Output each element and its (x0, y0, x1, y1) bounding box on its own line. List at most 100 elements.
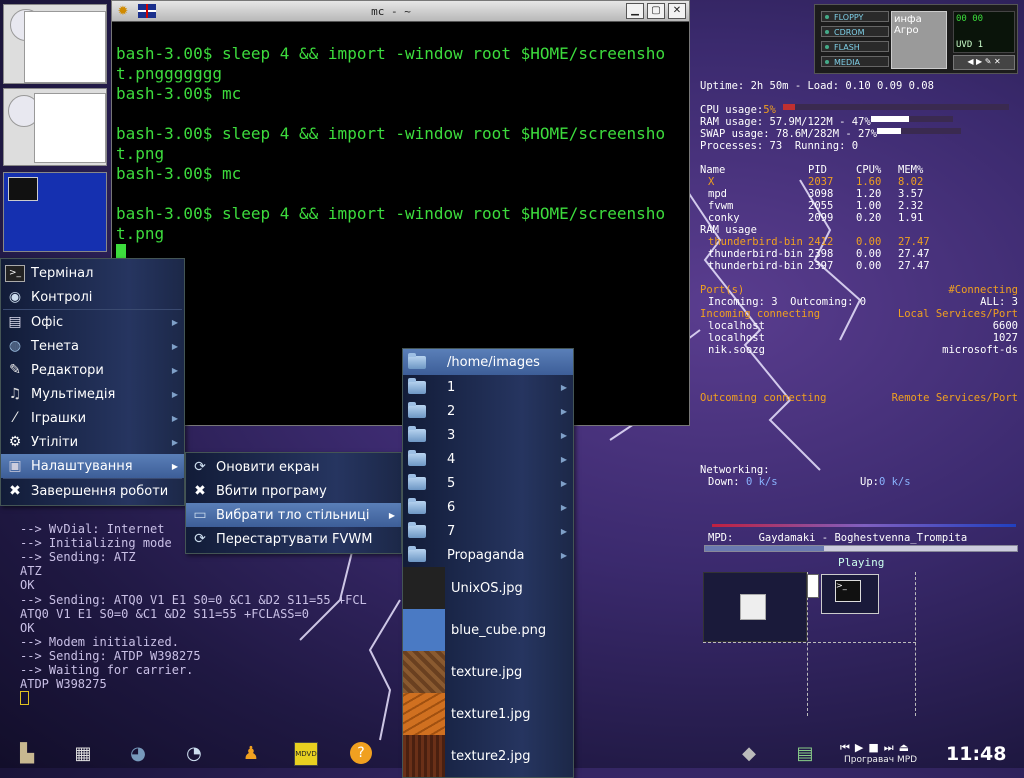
flash-button[interactable]: FLASH (821, 41, 889, 52)
thumb-window (34, 93, 106, 163)
submenu-arrow-icon: ▶ (560, 430, 567, 440)
menu-item-settings[interactable]: ▣ Налаштування ▶ (1, 454, 184, 478)
close-button[interactable]: ✕ (668, 3, 686, 19)
cpu-bar-track (795, 104, 1010, 110)
image-thumbnail (403, 609, 445, 651)
menu-item-folder[interactable]: 7 ▶ (403, 519, 573, 543)
menu-item-label: texture1.jpg (451, 706, 531, 722)
menu-item-folder[interactable]: 3 ▶ (403, 423, 573, 447)
terminal-line: bash-3.00$ mc (116, 164, 242, 183)
menu-item-label: Тенета (31, 338, 79, 354)
menu-item-restart-fvwm[interactable]: ⟳ Перестартувати FVWM (186, 527, 401, 551)
submenu-arrow-icon: ▶ (560, 550, 567, 560)
menu-item-multimedia[interactable]: ♫ Мультімедія ▶ (1, 382, 184, 406)
ram-label: RAM usage: 57.9M/122M - 47% (700, 116, 871, 128)
mpd-controls[interactable]: ⏮▶■⏭⏏ (840, 741, 914, 755)
terminal-output[interactable]: bash-3.00$ sleep 4 && import -window roo… (112, 22, 689, 306)
menu-item-image[interactable]: blue_cube.png (403, 609, 573, 651)
menu-item-folder[interactable]: 1 ▶ (403, 375, 573, 399)
cdrom-button[interactable]: CDROM (821, 26, 889, 37)
processes-line: Processes: 73 Running: 0 (700, 140, 859, 152)
menu-item-editors[interactable]: ✎ Редактори ▶ (1, 358, 184, 382)
menu-item-refresh-screen[interactable]: ⟳ Оновити екран (186, 455, 401, 479)
menu-item-image[interactable]: texture1.jpg (403, 693, 573, 735)
settings-submenu[interactable]: ⟳ Оновити екран ✖ Вбити програму ▭ Вибрати … (185, 452, 402, 554)
menu-item-label: Вбити програму (216, 483, 327, 499)
folder-icon (407, 521, 427, 541)
console-line: ATQ0 V1 E1 S0=0 &C1 &D2 S11=55 +FCLASS=0 (20, 606, 309, 621)
menu-item-choose-wallpaper[interactable]: ▭ Вибрати тло стільниці ▶ (186, 503, 401, 527)
kill-icon: ✖ (194, 483, 206, 499)
image-thumbnail (403, 735, 445, 777)
terminal-icon: >_ (5, 264, 25, 282)
menu-item-folder[interactable]: 5 ▶ (403, 471, 573, 495)
network-monitor-icon[interactable]: ▤ (794, 742, 816, 764)
clock-widget[interactable]: 00 00 UVD 1 (953, 11, 1015, 53)
mini-pager-scroll[interactable] (807, 574, 819, 598)
gear-icon: ⚙ (8, 434, 22, 450)
floppy-button[interactable]: FLOPPY (821, 11, 889, 22)
dock-controls[interactable]: ◀ ▶ ✎ ✕ (953, 55, 1015, 70)
pager-desktop-1[interactable] (3, 4, 107, 84)
menu-item-shutdown[interactable]: ✖ Завершення роботи (1, 479, 184, 503)
calendar-icon[interactable]: ▦ (72, 742, 94, 764)
note-text: инфа Агро (894, 14, 922, 36)
menu-item-image[interactable]: texture2.jpg (403, 735, 573, 777)
submenu-arrow-icon: ▶ (171, 461, 178, 471)
pager-desktop-2[interactable] (3, 88, 107, 166)
mini-pager[interactable]: >_ (703, 572, 916, 716)
menu-item-folder[interactable]: Propaganda ▶ (403, 543, 573, 567)
connection-row: nik.soozg microsoft-ds (708, 344, 1018, 356)
minimize-button[interactable]: ▁ (626, 3, 644, 19)
menu-item-label: 1 (447, 379, 456, 395)
pager-desktop-3[interactable] (3, 172, 107, 252)
terminal-titlebar[interactable]: ✹ mc - ~ ▁ ▢ ✕ (112, 1, 689, 22)
help-icon[interactable]: ? (350, 742, 372, 764)
menu-item-terminal[interactable]: >_ Термінал (1, 261, 184, 285)
proc-row: X 2037 1.60 8.02 (708, 176, 924, 188)
menu-item-folder[interactable]: 4 ▶ (403, 447, 573, 471)
menu-item-kill-program[interactable]: ✖ Вбити програму (186, 479, 401, 503)
menu-item-image[interactable]: UnixOS.jpg (403, 567, 573, 609)
menu-item-image[interactable]: texture.jpg (403, 651, 573, 693)
maximize-button[interactable]: ▢ (647, 3, 665, 19)
menu-item-folder[interactable]: 2 ▶ (403, 399, 573, 423)
mplayer-icon[interactable]: MDVD (294, 742, 318, 766)
mpd-progress[interactable] (704, 545, 1018, 552)
disk-icon[interactable]: ◆ (738, 742, 760, 764)
mail-icon[interactable]: ◔ (183, 742, 205, 764)
submenu-arrow-icon: ▶ (560, 406, 567, 416)
menu-item-label: Термінал (31, 265, 94, 281)
menu-item-utilities[interactable]: ⚙ Утіліти ▶ (1, 430, 184, 454)
note-widget[interactable]: инфа Агро (891, 11, 947, 69)
menu-item-label: texture.jpg (451, 664, 523, 680)
media-button[interactable]: MEDIA (821, 56, 889, 67)
terminal-window[interactable]: ✹ mc - ~ ▁ ▢ ✕ bash-3.00$ sleep 4 && imp… (111, 0, 690, 426)
main-menu[interactable]: >_ Термінал ◉ Контролі ▤ Офіс ▶ ◍ Тенета ▶ ✎ Ре… (0, 258, 185, 506)
sun-icon[interactable]: ✹ (114, 2, 132, 20)
icq-icon[interactable]: ♟ (240, 742, 262, 764)
menu-item-label: UnixOS.jpg (451, 580, 523, 596)
file-manager-icon[interactable]: ▙ (16, 742, 38, 764)
ram-row-item: thunderbird-bin 2412 0.00 27.47 (708, 236, 930, 248)
console-line: --> Waiting for carrier. (20, 663, 194, 678)
thumb-window (24, 11, 106, 83)
system-dock[interactable]: FLOPPY CDROM FLASH MEDIA инфа Агро 00 00… (814, 4, 1018, 74)
browser-icon[interactable]: ◕ (127, 742, 149, 764)
connection-row: localhost 6600 (708, 320, 1018, 332)
menu-item-label: Propaganda (447, 547, 525, 563)
mini-pager-grid-h (703, 642, 916, 643)
menu-item-folder[interactable]: 6 ▶ (403, 495, 573, 519)
menu-item-network[interactable]: ◍ Тенета ▶ (1, 334, 184, 358)
menu-item-controls[interactable]: ◉ Контролі (1, 285, 184, 309)
folder-icon (407, 425, 427, 445)
cpu-label: CPU usage: (700, 104, 764, 116)
menu-header-directory[interactable]: /home/images (403, 349, 573, 375)
menu-item-label: 4 (447, 451, 456, 467)
wallpaper-submenu[interactable]: /home/images 1 ▶ 2 ▶ 3 ▶ 4 ▶ 5 ▶ 6 ▶ 7 ▶ Propag… (402, 348, 574, 778)
menu-item-office[interactable]: ▤ Офіс ▶ (1, 310, 184, 334)
flag-icon[interactable] (138, 4, 156, 18)
connection-row: localhost 1027 (708, 332, 1018, 344)
console-line: OK (20, 620, 35, 635)
menu-item-games[interactable]: ⁄ Іграшки ▶ (1, 406, 184, 430)
